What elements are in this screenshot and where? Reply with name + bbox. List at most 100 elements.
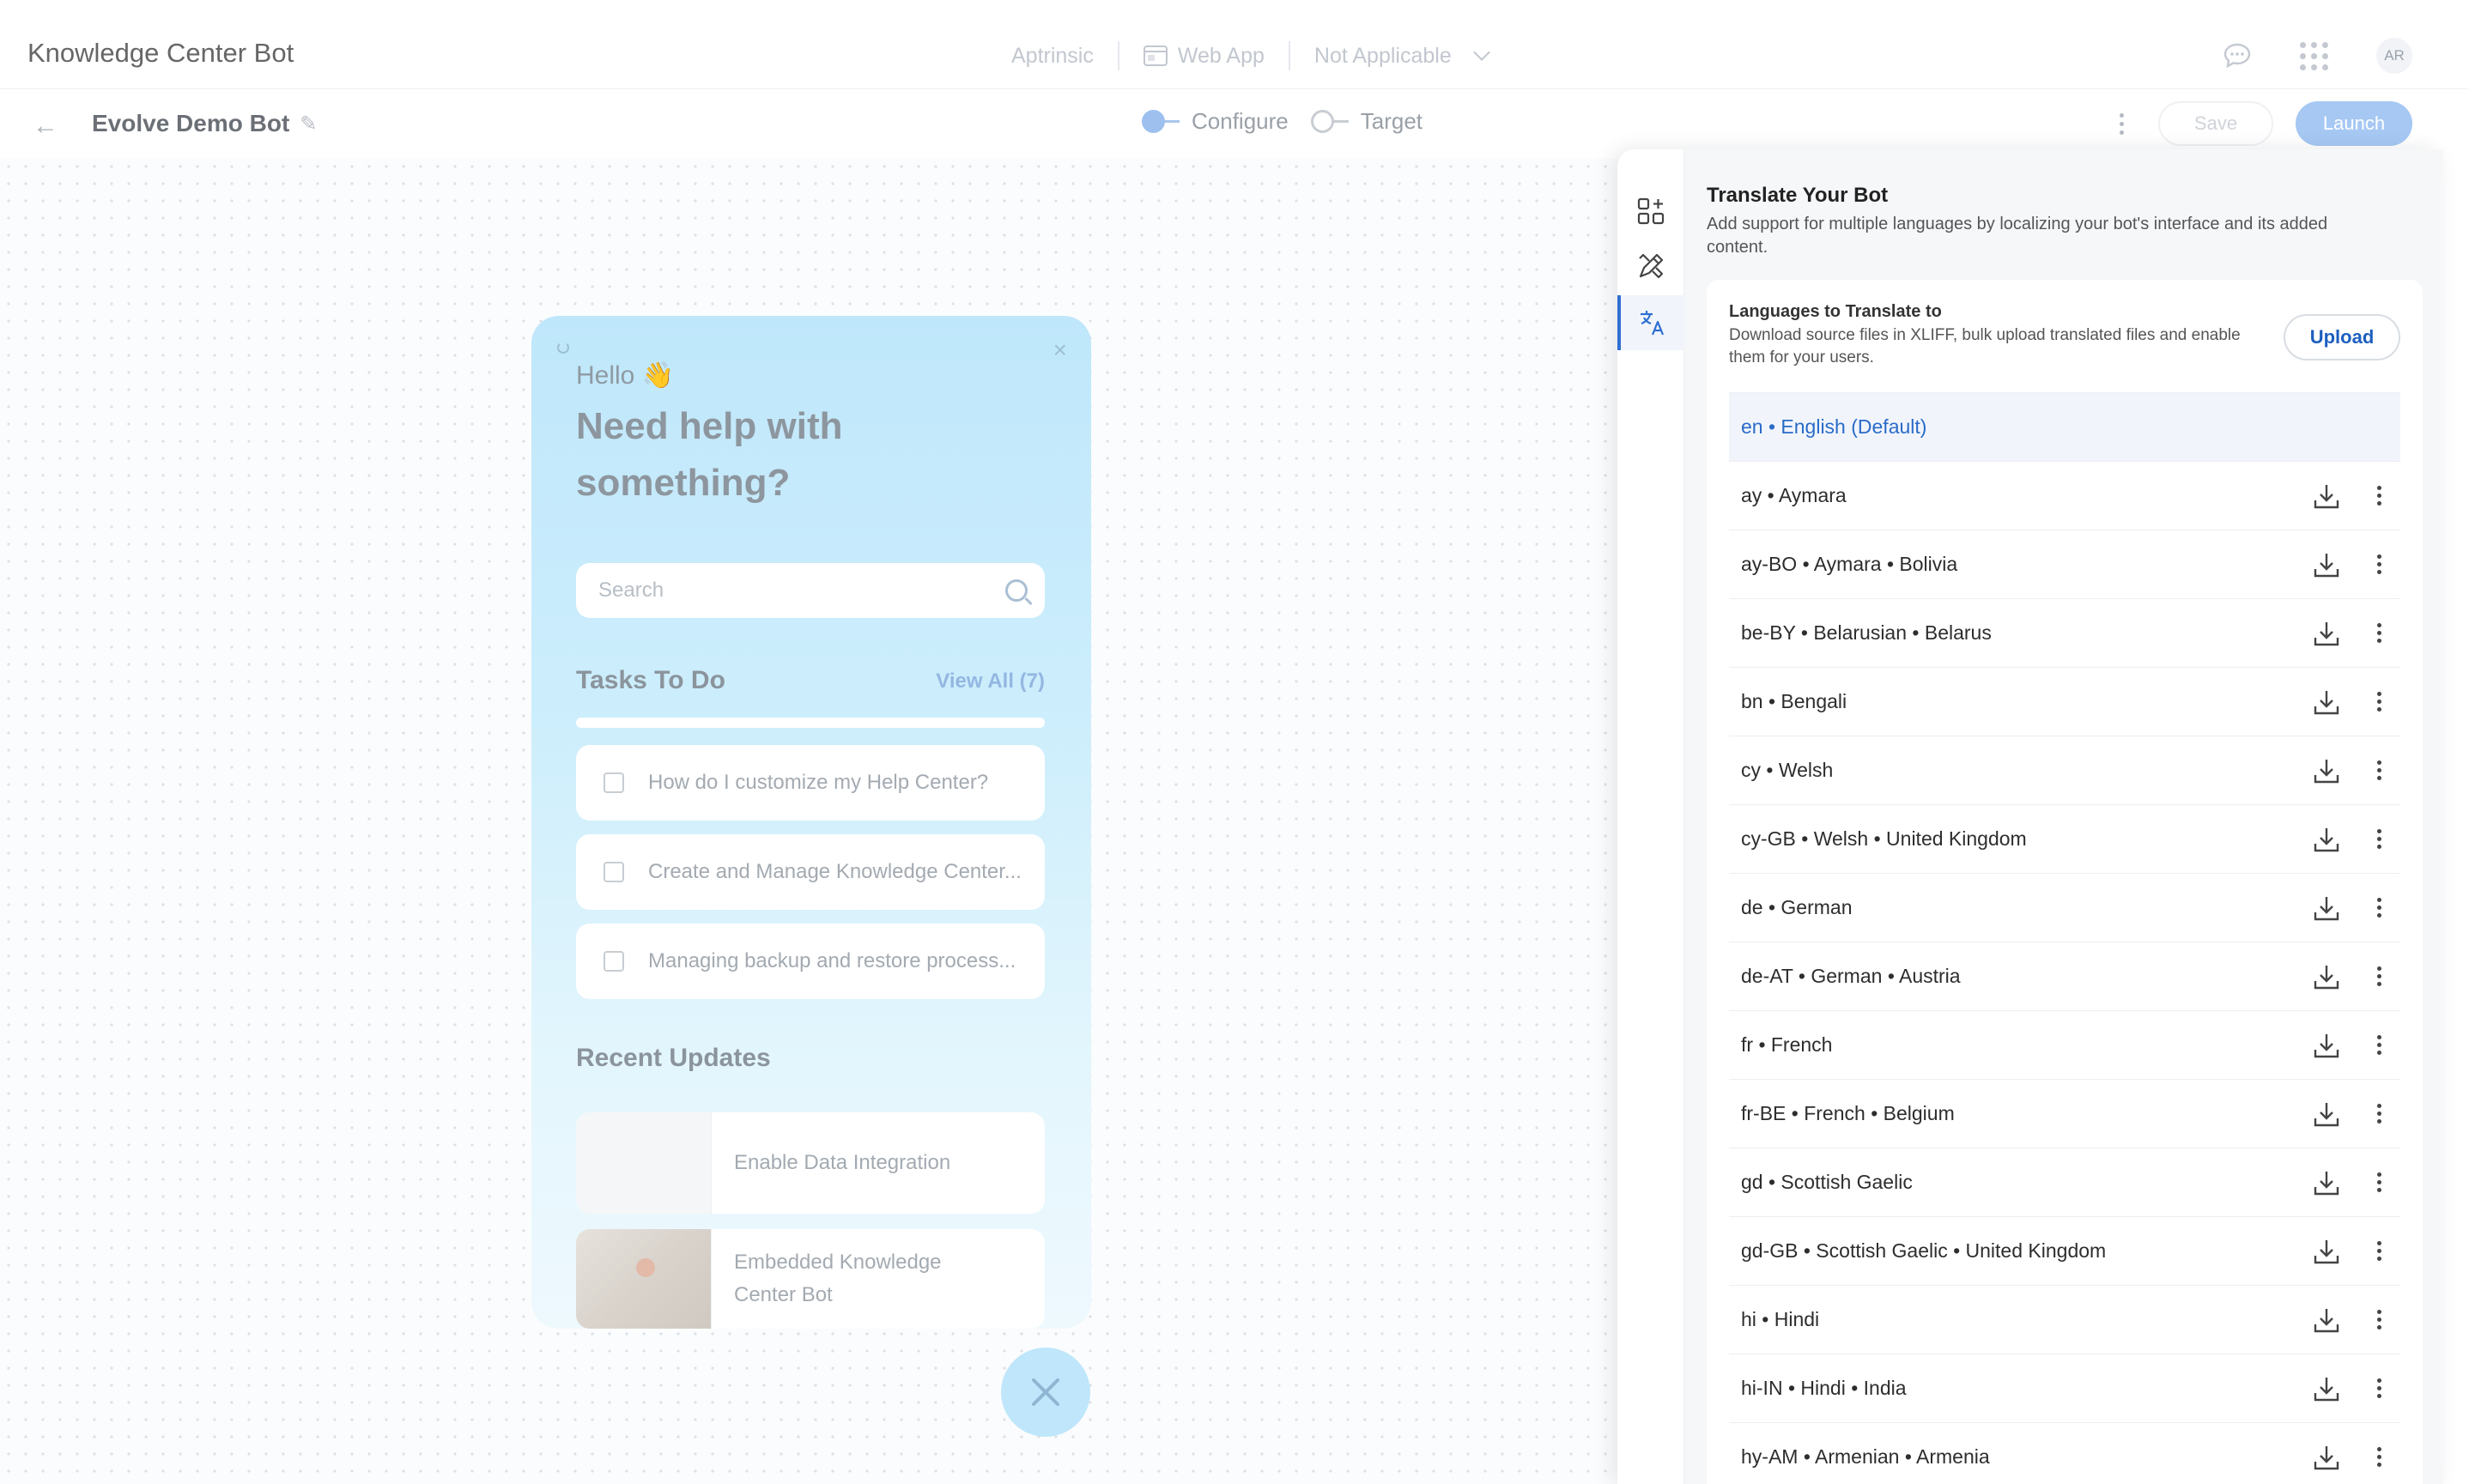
download-icon[interactable] xyxy=(2312,687,2341,717)
language-label: gd-GB • Scottish Gaelic • United Kingdom xyxy=(1741,1239,2107,1262)
download-icon[interactable] xyxy=(2312,756,2341,785)
editor-bar: ← Evolve Demo Bot ✎ Configure Target Sav… xyxy=(0,89,2469,158)
view-all-link[interactable]: View All (7) xyxy=(936,669,1045,694)
update-card[interactable]: Enable Data Integration xyxy=(576,1112,1045,1214)
more-options-icon[interactable] xyxy=(2370,620,2388,646)
more-options-icon[interactable] xyxy=(2370,826,2388,852)
checkbox-icon[interactable] xyxy=(604,772,624,793)
language-label: hi • Hindi xyxy=(1741,1308,1820,1330)
language-row[interactable]: ay • Aymara xyxy=(1729,462,2400,530)
language-label: hi-IN • Hindi • India xyxy=(1741,1377,1907,1399)
save-button[interactable]: Save xyxy=(2158,101,2273,146)
language-row[interactable]: cy-GB • Welsh • United Kingdom xyxy=(1729,805,2400,874)
checkbox-icon[interactable] xyxy=(604,951,624,972)
widget-close-button[interactable] xyxy=(1001,1348,1090,1437)
more-options-icon[interactable] xyxy=(2370,482,2388,509)
language-label: en • English (Default) xyxy=(1741,415,1927,438)
more-options-icon[interactable] xyxy=(2370,551,2388,578)
components-icon xyxy=(1637,197,1665,225)
checkbox-icon[interactable] xyxy=(604,862,624,882)
panel-title: Translate Your Bot xyxy=(1707,184,1889,207)
download-icon[interactable] xyxy=(2312,482,2341,511)
close-icon[interactable]: × xyxy=(1053,336,1067,364)
language-label: fr • French xyxy=(1741,1033,1833,1056)
download-icon[interactable] xyxy=(2312,1237,2341,1266)
more-options-icon[interactable] xyxy=(2370,1444,2388,1470)
language-row[interactable]: cy • Welsh xyxy=(1729,736,2400,805)
back-arrow-icon[interactable]: ← xyxy=(33,112,58,141)
rail-item-translate[interactable] xyxy=(1617,295,1684,350)
download-icon[interactable] xyxy=(2312,619,2341,648)
language-row[interactable]: gd • Scottish Gaelic xyxy=(1729,1148,2400,1217)
download-icon[interactable] xyxy=(2312,962,2341,991)
product-label[interactable]: Aptrinsic xyxy=(1011,44,1094,69)
edit-pencil-icon[interactable]: ✎ xyxy=(300,112,317,136)
avatar[interactable]: AR xyxy=(2376,38,2412,74)
chevron-down-icon[interactable] xyxy=(1472,44,1490,61)
translate-panel: Translate Your Bot Add support for multi… xyxy=(1617,149,2443,1484)
widget-search-input[interactable]: Search xyxy=(576,563,1045,618)
launch-button[interactable]: Launch xyxy=(2296,101,2412,146)
panel-content: Translate Your Bot Add support for multi… xyxy=(1684,149,2443,1484)
language-label: bn • Bengali xyxy=(1741,690,1847,712)
language-row-actions xyxy=(2312,687,2388,717)
language-row[interactable]: hi • Hindi xyxy=(1729,1286,2400,1354)
environment-dropdown[interactable]: Not Applicable xyxy=(1314,44,1452,69)
language-row-default[interactable]: en • English (Default) xyxy=(1729,393,2400,462)
more-options-icon[interactable] xyxy=(2370,1238,2388,1264)
language-row[interactable]: be-BY • Belarusian • Belarus xyxy=(1729,599,2400,668)
languages-card: Languages to Translate to Download sourc… xyxy=(1707,280,2423,1484)
more-options-icon[interactable] xyxy=(2370,963,2388,990)
step-target[interactable]: Target xyxy=(1310,108,1423,135)
more-options-icon[interactable] xyxy=(2370,1306,2388,1333)
more-options-icon[interactable] xyxy=(2370,894,2388,921)
language-row[interactable]: gd-GB • Scottish Gaelic • United Kingdom xyxy=(1729,1217,2400,1286)
language-label: fr-BE • French • Belgium xyxy=(1741,1102,1955,1124)
language-row[interactable]: de • German xyxy=(1729,874,2400,942)
task-item[interactable]: How do I customize my Help Center? xyxy=(576,745,1045,821)
task-item[interactable]: Create and Manage Knowledge Center... xyxy=(576,834,1045,910)
language-row[interactable]: fr-BE • French • Belgium xyxy=(1729,1080,2400,1148)
more-options-icon[interactable] xyxy=(2370,1375,2388,1402)
download-icon[interactable] xyxy=(2312,550,2341,579)
download-icon[interactable] xyxy=(2312,1374,2341,1403)
rail-item-components[interactable] xyxy=(1617,184,1684,239)
rail-item-design[interactable] xyxy=(1617,239,1684,294)
channel-selector[interactable]: Web App xyxy=(1143,43,1265,69)
chat-icon[interactable] xyxy=(2223,42,2252,70)
languages-card-header: Languages to Translate to Download sourc… xyxy=(1729,280,2400,393)
more-options-icon[interactable] xyxy=(2370,757,2388,784)
top-bar: Knowledge Center Bot Aptrinsic Web App N… xyxy=(0,0,2469,89)
language-row[interactable]: ay-BO • Aymara • Bolivia xyxy=(1729,530,2400,599)
step-configure[interactable]: Configure xyxy=(1142,108,1289,135)
step-toggle: Configure Target xyxy=(1142,108,1423,135)
task-item[interactable]: Managing backup and restore process... xyxy=(576,924,1045,999)
more-options-icon[interactable] xyxy=(2370,1100,2388,1127)
language-row[interactable]: hy-AM • Armenian • Armenia xyxy=(1729,1423,2400,1484)
search-icon[interactable] xyxy=(1005,579,1028,602)
download-icon[interactable] xyxy=(2312,1099,2341,1129)
language-row[interactable]: bn • Bengali xyxy=(1729,668,2400,736)
more-options-icon[interactable] xyxy=(2370,688,2388,715)
language-row-actions xyxy=(2312,482,2388,511)
bot-widget-preview: × Hello 👋 Need help with something? Sear… xyxy=(531,316,1091,1329)
download-icon[interactable] xyxy=(2312,1031,2341,1060)
download-icon[interactable] xyxy=(2312,1168,2341,1197)
download-icon[interactable] xyxy=(2312,1305,2341,1335)
download-icon[interactable] xyxy=(2312,825,2341,854)
language-row[interactable]: hi-IN • Hindi • India xyxy=(1729,1354,2400,1423)
more-options-icon[interactable] xyxy=(2370,1032,2388,1058)
task-label: Create and Manage Knowledge Center... xyxy=(648,860,1022,883)
channel-label: Web App xyxy=(1177,43,1265,68)
language-row-actions xyxy=(2312,962,2388,991)
download-icon[interactable] xyxy=(2312,1443,2341,1472)
more-options-icon[interactable] xyxy=(2370,1169,2388,1196)
app-launcher-icon[interactable] xyxy=(2300,41,2328,70)
panel-description: Add support for multiple languages by lo… xyxy=(1707,215,2328,257)
upload-button[interactable]: Upload xyxy=(2284,314,2400,360)
update-card[interactable]: Embedded Knowledge Center Bot xyxy=(576,1229,1045,1329)
download-icon[interactable] xyxy=(2312,893,2341,923)
more-options-icon[interactable] xyxy=(2108,106,2136,142)
language-row[interactable]: de-AT • German • Austria xyxy=(1729,942,2400,1011)
language-row[interactable]: fr • French xyxy=(1729,1011,2400,1080)
